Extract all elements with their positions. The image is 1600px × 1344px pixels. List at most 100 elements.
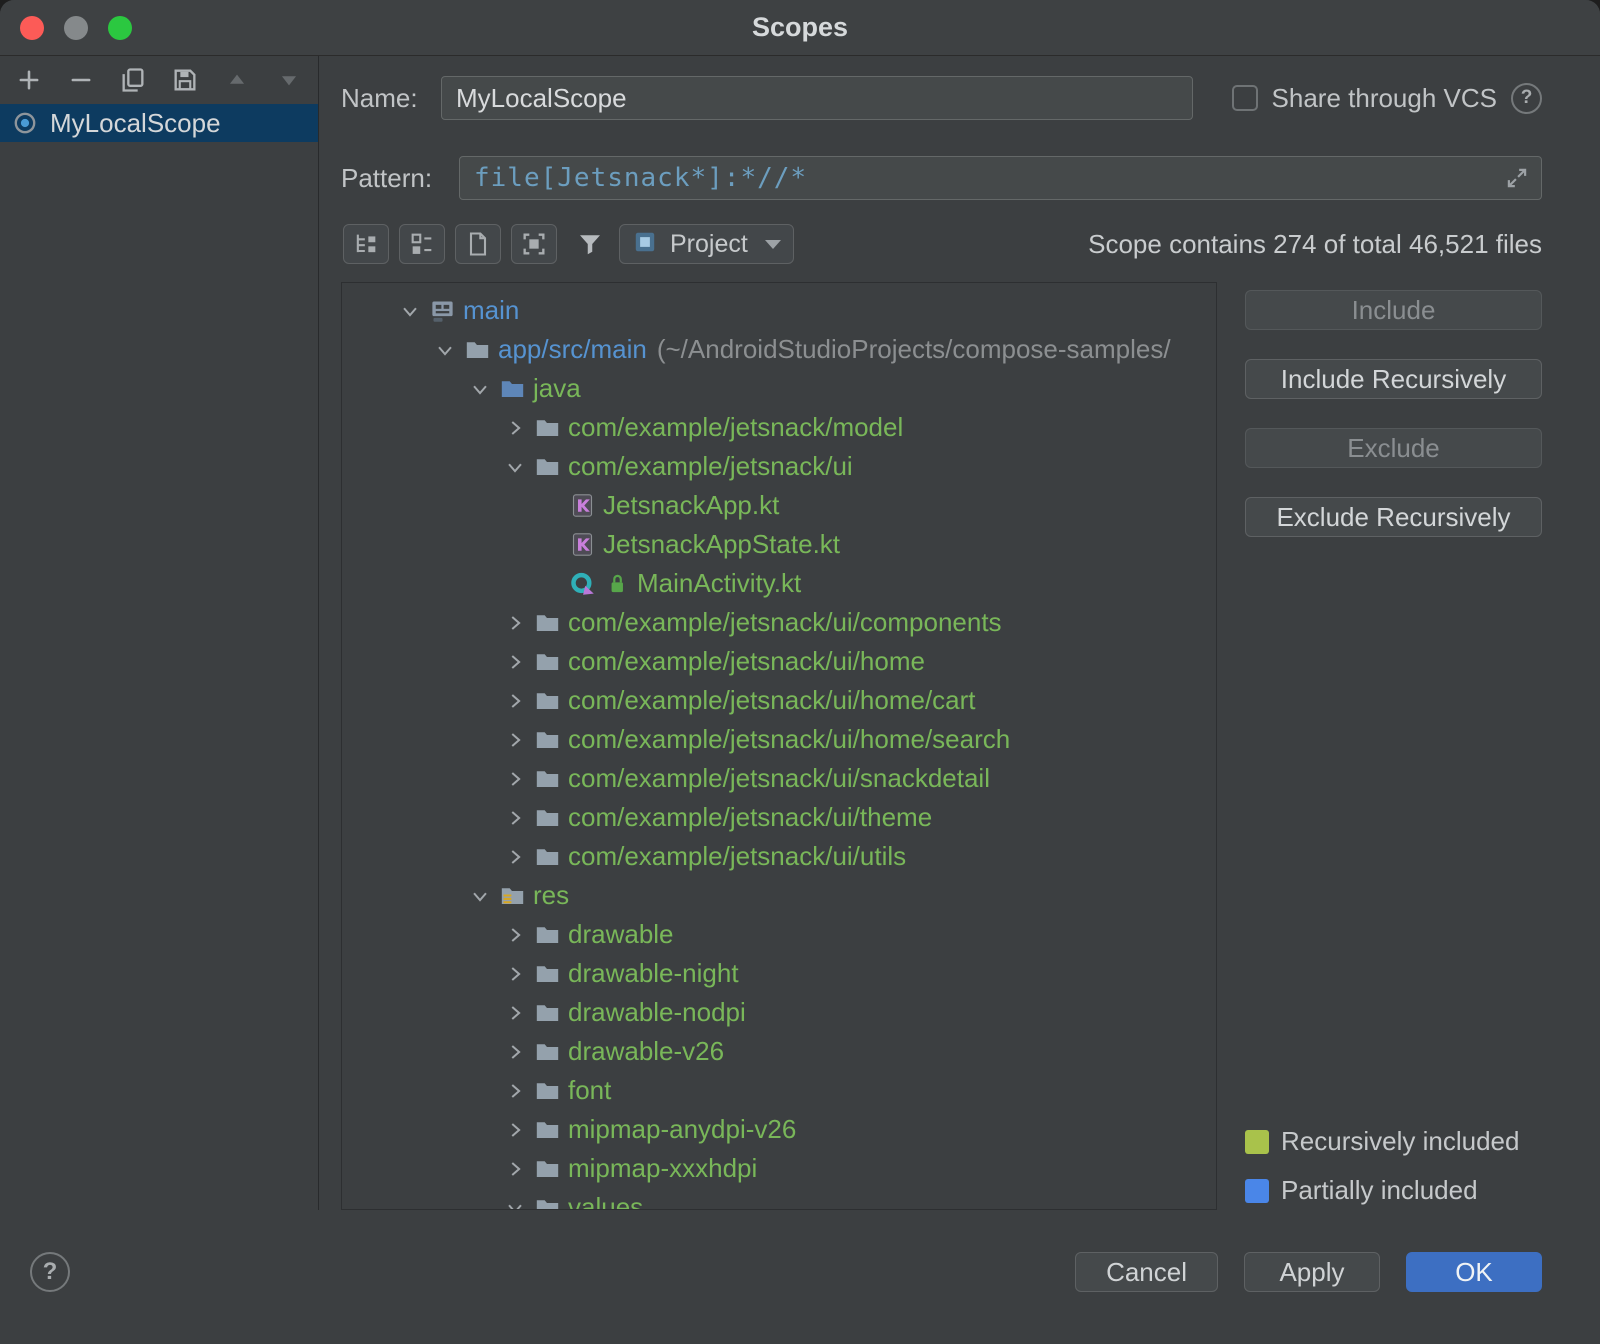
name-row: Name: Share through VCS ? — [341, 76, 1542, 120]
tree-row[interactable]: JetsnackAppState.kt — [342, 525, 1216, 564]
tree-row[interactable]: drawable-night — [342, 954, 1216, 993]
lock-icon — [603, 571, 631, 597]
exclude-recursively-button[interactable]: Exclude Recursively — [1245, 497, 1542, 537]
chevron-right-icon[interactable] — [498, 1158, 532, 1180]
remove-scope-icon[interactable] — [60, 61, 102, 99]
flatten-packages-icon[interactable] — [343, 224, 389, 264]
tree-row[interactable]: com/example/jetsnack/ui/home — [342, 642, 1216, 681]
tree-row[interactable]: JetsnackApp.kt — [342, 486, 1216, 525]
tree-row[interactable]: drawable-v26 — [342, 1032, 1216, 1071]
exclude-button[interactable]: Exclude — [1245, 428, 1542, 468]
scope-name: MyLocalScope — [50, 108, 221, 139]
tree-row[interactable]: MainActivity.kt — [342, 564, 1216, 603]
scope-view-selector[interactable]: Project — [619, 224, 794, 264]
chevron-right-icon[interactable] — [498, 924, 532, 946]
tree-item-label: com/example/jetsnack/ui/home — [568, 646, 925, 677]
legend-color-swatch — [1245, 1130, 1269, 1154]
chevron-right-icon[interactable] — [498, 846, 532, 868]
scope-icon — [12, 110, 38, 136]
tree-row[interactable]: com/example/jetsnack/ui/snackdetail — [342, 759, 1216, 798]
tree-row[interactable]: java — [342, 369, 1216, 408]
move-down-icon[interactable] — [268, 61, 310, 99]
help-icon[interactable]: ? — [30, 1252, 70, 1292]
chevron-right-icon[interactable] — [498, 651, 532, 673]
show-files-icon[interactable] — [455, 224, 501, 264]
zoom-window-button[interactable] — [108, 16, 132, 40]
scope-list-item[interactable]: MyLocalScope — [0, 104, 318, 142]
legend-label: Recursively included — [1281, 1126, 1519, 1157]
tree-item-label: mipmap-anydpi-v26 — [568, 1114, 796, 1145]
compact-empty-packages-icon[interactable] — [399, 224, 445, 264]
folder-icon — [532, 804, 562, 831]
chevron-right-icon[interactable] — [498, 612, 532, 634]
tree-row[interactable]: main — [342, 291, 1216, 330]
tree-item-label: res — [533, 880, 569, 911]
cancel-button[interactable]: Cancel — [1075, 1252, 1218, 1292]
folder-icon — [532, 414, 562, 441]
tree-row[interactable]: com/example/jetsnack/ui/utils — [342, 837, 1216, 876]
chevron-down-icon[interactable] — [393, 300, 427, 322]
folder-icon — [532, 726, 562, 753]
pattern-input[interactable] — [459, 156, 1542, 200]
tree-toolbar: Project Scope contains 274 of total 46,5… — [341, 224, 1542, 264]
legend-color-swatch — [1245, 1179, 1269, 1203]
scope-view-label: Project — [670, 230, 748, 259]
tree-row[interactable]: app/src/main(~/AndroidStudioProjects/com… — [342, 330, 1216, 369]
chevron-right-icon[interactable] — [498, 690, 532, 712]
tree-row[interactable]: com/example/jetsnack/model — [342, 408, 1216, 447]
tree-row[interactable]: com/example/jetsnack/ui/components — [342, 603, 1216, 642]
chevron-down-icon[interactable] — [498, 456, 532, 478]
show-included-only-icon[interactable] — [511, 224, 557, 264]
chevron-right-icon[interactable] — [498, 1041, 532, 1063]
tree-and-actions: mainapp/src/main(~/AndroidStudioProjects… — [341, 282, 1542, 1210]
chevron-down-icon[interactable] — [463, 378, 497, 400]
chevron-down-icon[interactable] — [428, 339, 462, 361]
legend-item: Partially included — [1245, 1175, 1542, 1206]
tree-item-label: drawable-v26 — [568, 1036, 724, 1067]
apply-button[interactable]: Apply — [1244, 1252, 1380, 1292]
folder-icon — [532, 1038, 562, 1065]
chevron-right-icon[interactable] — [498, 1119, 532, 1141]
chevron-down-icon[interactable] — [463, 885, 497, 907]
include-recursively-button[interactable]: Include Recursively — [1245, 359, 1542, 399]
chevron-right-icon[interactable] — [498, 417, 532, 439]
chevron-right-icon[interactable] — [498, 729, 532, 751]
tree-row[interactable]: values — [342, 1188, 1216, 1210]
include-button[interactable]: Include — [1245, 290, 1542, 330]
window-title: Scopes — [0, 12, 1600, 43]
tree-row[interactable]: com/example/jetsnack/ui/home/cart — [342, 681, 1216, 720]
ok-button[interactable]: OK — [1406, 1252, 1542, 1292]
tree-row[interactable]: mipmap-xxxhdpi — [342, 1149, 1216, 1188]
copy-scope-icon[interactable] — [112, 61, 154, 99]
minimize-window-button[interactable] — [64, 16, 88, 40]
close-window-button[interactable] — [20, 16, 44, 40]
move-up-icon[interactable] — [216, 61, 258, 99]
folder-icon — [532, 648, 562, 675]
tree-item-label: java — [533, 373, 581, 404]
tree-row[interactable]: res — [342, 876, 1216, 915]
tree-row[interactable]: mipmap-anydpi-v26 — [342, 1110, 1216, 1149]
tree-row[interactable]: font — [342, 1071, 1216, 1110]
chevron-right-icon[interactable] — [498, 1080, 532, 1102]
file-tree: mainapp/src/main(~/AndroidStudioProjects… — [341, 282, 1217, 1210]
add-scope-icon[interactable] — [8, 61, 50, 99]
tree-row[interactable]: com/example/jetsnack/ui/home/search — [342, 720, 1216, 759]
chevron-right-icon[interactable] — [498, 963, 532, 985]
folder-icon — [532, 843, 562, 870]
expand-pattern-icon[interactable] — [1504, 165, 1530, 196]
tree-row[interactable]: com/example/jetsnack/ui — [342, 447, 1216, 486]
share-vcs-help-icon[interactable]: ? — [1511, 83, 1542, 114]
tree-row[interactable]: drawable — [342, 915, 1216, 954]
scope-name-input[interactable] — [441, 76, 1193, 120]
chevron-right-icon[interactable] — [498, 1002, 532, 1024]
tree-row[interactable]: drawable-nodpi — [342, 993, 1216, 1032]
chevron-right-icon[interactable] — [498, 768, 532, 790]
filter-icon[interactable] — [569, 224, 611, 264]
tree-row[interactable]: com/example/jetsnack/ui/theme — [342, 798, 1216, 837]
res-folder-icon — [497, 882, 527, 909]
chevron-down-icon[interactable] — [498, 1197, 532, 1211]
folder-icon — [532, 765, 562, 792]
chevron-right-icon[interactable] — [498, 807, 532, 829]
share-vcs-checkbox[interactable] — [1232, 85, 1258, 111]
save-scope-icon[interactable] — [164, 61, 206, 99]
